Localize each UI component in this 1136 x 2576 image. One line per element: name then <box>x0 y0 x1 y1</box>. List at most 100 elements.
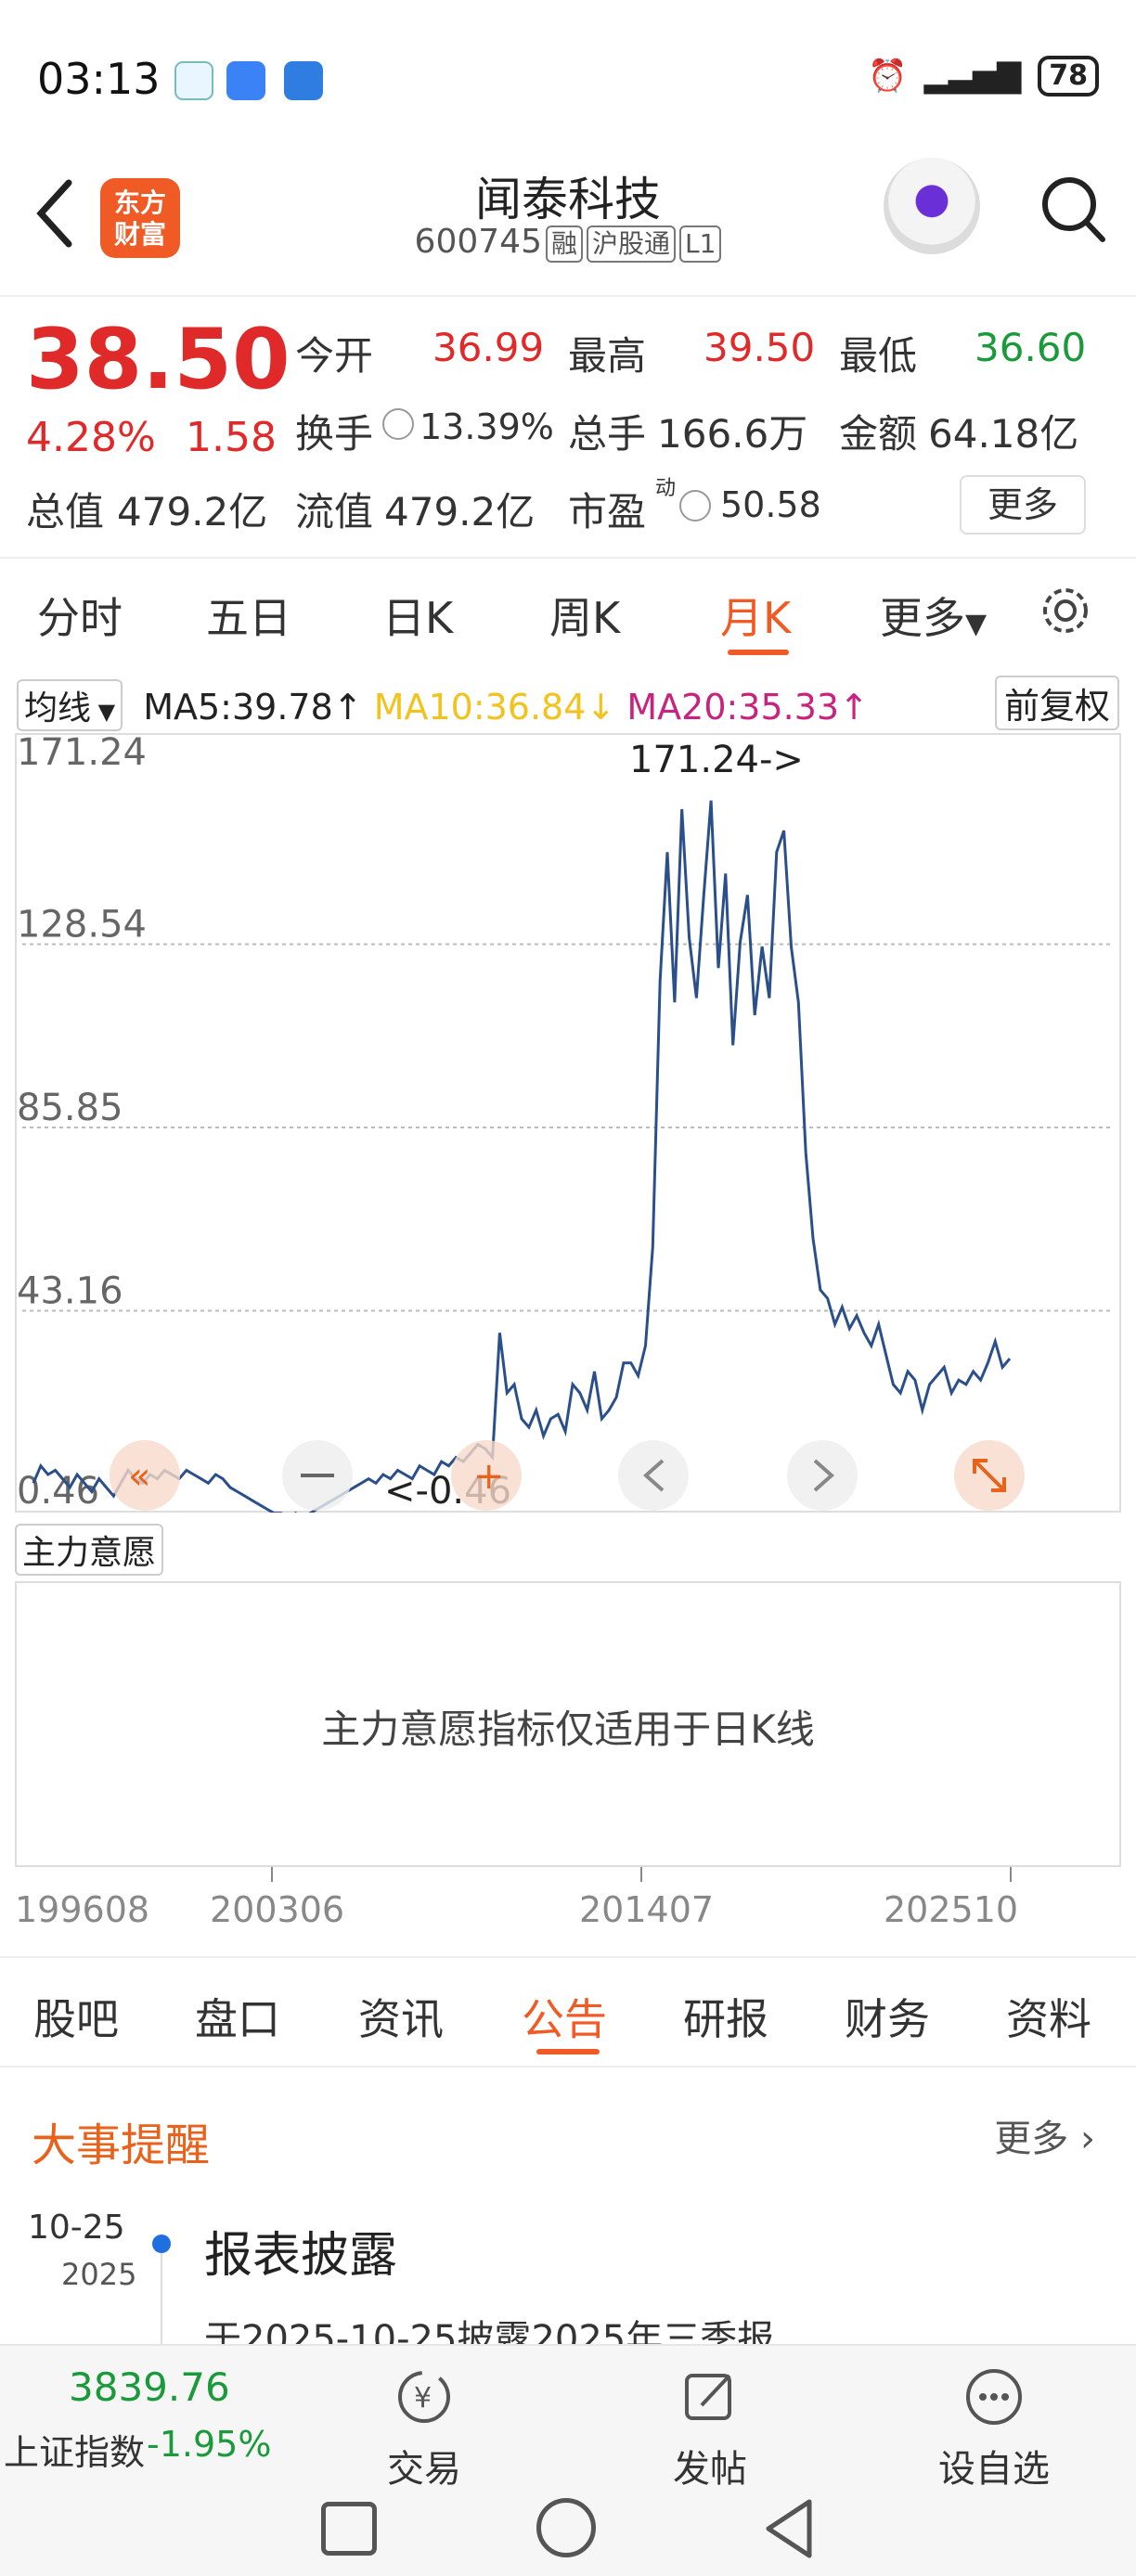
turnover-value: 13.39% <box>420 406 554 447</box>
post-label: 发帖 <box>673 2448 747 2491</box>
upload-app-icon <box>284 61 323 100</box>
trade-button[interactable]: ¥ 交易 <box>355 2364 494 2492</box>
tab-research[interactable]: 研报 <box>683 1986 768 2047</box>
ma5-value: MA5:39.78↑ <box>143 687 363 728</box>
open-value: 36.99 <box>432 325 545 370</box>
alarm-icon: ⏰ <box>868 58 908 95</box>
high-value: 39.50 <box>704 325 816 370</box>
high-label: 最高 <box>568 333 647 379</box>
plus-icon: + <box>473 1455 505 1498</box>
add-watchlist-button[interactable]: 设自选 <box>924 2364 1064 2492</box>
tab-more-label: 更多 <box>880 593 965 643</box>
post-button[interactable]: 发帖 <box>640 2364 780 2492</box>
tab-weekly-k[interactable]: 周K <box>549 585 620 646</box>
indicator-message: 主力意愿指标仅适用于日K线 <box>321 1707 815 1752</box>
nav-home-icon[interactable] <box>536 2498 596 2557</box>
active-tab-indicator <box>536 2049 600 2054</box>
message-app-icon <box>226 61 265 100</box>
tab-finance[interactable]: 财务 <box>845 1986 930 2047</box>
scroll-right-button[interactable] <box>787 1440 858 1511</box>
event-date: 10-25 <box>28 2209 125 2247</box>
divider <box>0 2066 1136 2067</box>
edit-icon <box>685 2374 731 2420</box>
event-year: 2025 <box>61 2257 137 2292</box>
divider <box>0 557 1136 559</box>
more-button[interactable]: 更多 <box>960 475 1086 535</box>
adjust-button[interactable]: 前复权 <box>994 676 1119 730</box>
ma-selector-label: 均线 <box>24 689 92 728</box>
turnover-label: 换手 <box>295 411 374 457</box>
info-icon[interactable] <box>382 408 414 440</box>
tab-profile[interactable]: 资料 <box>1006 1986 1091 2047</box>
price-chart[interactable]: 171.24128.5485.8543.160.46 171.24-> <-0.… <box>15 733 1121 1513</box>
tab-more[interactable]: 更多▼ <box>880 585 987 646</box>
tab-intraday[interactable]: 分时 <box>37 585 123 646</box>
robot-avatar[interactable] <box>884 158 980 254</box>
tab-orderbook[interactable]: 盘口 <box>195 1986 280 2047</box>
tab-five-day[interactable]: 五日 <box>206 585 291 646</box>
double-chevron-left-icon: « <box>128 1455 150 1498</box>
svg-text:¥: ¥ <box>414 2382 432 2415</box>
pe-info-icon[interactable] <box>679 490 711 522</box>
x-tick <box>271 1867 273 1882</box>
y-tick-label: 0.46 <box>17 1470 99 1513</box>
battery-icon: 78 <box>1038 56 1099 97</box>
tab-forum[interactable]: 股吧 <box>33 1986 119 2047</box>
mcap-value: 479.2亿 <box>117 489 268 535</box>
tab-news[interactable]: 资讯 <box>358 1986 444 2047</box>
timeline-dot <box>152 2235 171 2253</box>
nav-back-icon[interactable] <box>759 2496 819 2561</box>
events-more-label: 更多 <box>994 2118 1069 2160</box>
y-tick-label: 43.16 <box>17 1269 123 1312</box>
stock-code: 600745 <box>414 223 542 261</box>
price: 38.50 <box>26 311 290 408</box>
tag-level: L1 <box>679 225 722 263</box>
more-dots-icon <box>966 2369 1022 2425</box>
trade-label: 交易 <box>387 2448 461 2491</box>
chevron-right-icon: › <box>1068 2118 1095 2160</box>
index-name[interactable]: 上证指数 <box>4 2424 145 2475</box>
low-label: 最低 <box>839 333 918 379</box>
y-tick-label: 171.24 <box>17 733 147 774</box>
ma-bar: 均线 ▼ MA5:39.78↑ MA10:36.84↓ MA20:35.33↑ <box>17 679 869 731</box>
y-tick-label: 128.54 <box>17 904 147 947</box>
mcap-label: 总值 <box>26 489 105 535</box>
caret-down-icon: ▼ <box>965 608 988 640</box>
tab-announcements[interactable]: 公告 <box>522 1986 607 2047</box>
trade-icon: ¥ <box>398 2371 450 2423</box>
open-label: 今开 <box>295 333 374 379</box>
y-tick-label: 85.85 <box>17 1087 123 1129</box>
x-tick <box>1010 1867 1012 1882</box>
tab-monthly-k[interactable]: 月K <box>720 585 791 646</box>
indicator-selector[interactable]: 主力意愿 <box>15 1524 173 1576</box>
change-pct: 4.28% <box>26 414 156 461</box>
change-value: 1.58 <box>186 414 277 461</box>
status-right: ⏰ ▂▃▅▇ 78 <box>868 56 1099 97</box>
divider <box>0 1956 1136 1958</box>
float-label: 流值 <box>295 489 374 535</box>
indicator-selector-label: 主力意愿 <box>15 1524 164 1576</box>
ma-selector[interactable]: 均线 ▼ <box>17 679 123 731</box>
pe-value: 50.58 <box>720 484 821 525</box>
tab-daily-k[interactable]: 日K <box>382 585 453 646</box>
index-value[interactable]: 3839.76 <box>69 2364 230 2410</box>
tag-margin: 融 <box>545 225 583 263</box>
signal-icon: ▂▃▅▇ <box>923 58 1022 95</box>
search-icon[interactable] <box>1038 167 1108 251</box>
x-label: 201407 <box>579 1889 715 1930</box>
event-headline[interactable]: 报表披露 <box>204 2216 397 2286</box>
pe-superscript: 动 <box>655 477 677 500</box>
tag-connect: 沪股通 <box>587 225 677 263</box>
home-app-icon <box>174 61 213 100</box>
status-time: 03:13 <box>37 54 161 104</box>
max-marker: 171.24-> <box>629 739 804 781</box>
scroll-left-button[interactable] <box>618 1440 689 1511</box>
events-more-link[interactable]: 更多 › <box>994 2108 1095 2162</box>
event-description: 于2025-10-25披露2025年三季报 <box>204 2318 775 2348</box>
float-value: 479.2亿 <box>384 489 536 535</box>
x-label: 200306 <box>210 1889 345 1930</box>
settings-gear-icon[interactable] <box>1038 583 1093 638</box>
volume-label: 总手 <box>568 411 647 457</box>
watch-label: 设自选 <box>938 2448 1050 2491</box>
nav-recent-icon[interactable] <box>321 2502 377 2556</box>
